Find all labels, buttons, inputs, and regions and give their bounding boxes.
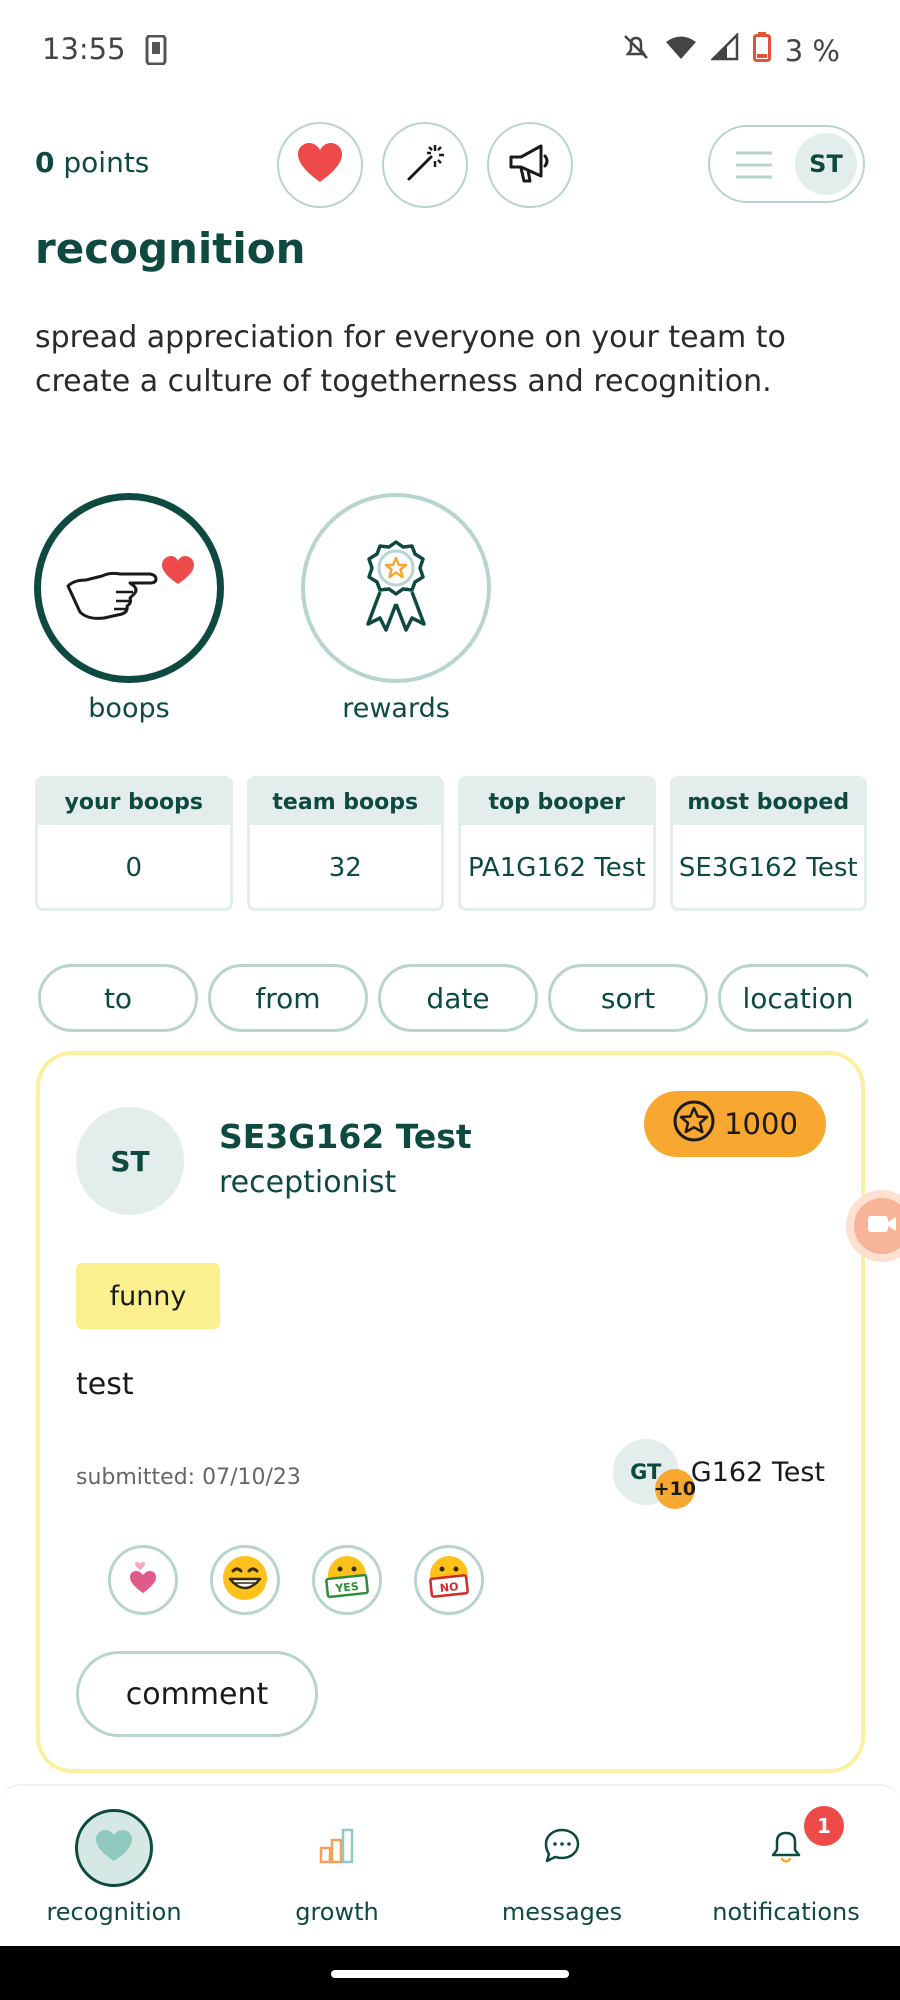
stat-header: your boops — [38, 779, 230, 825]
hamburger-menu-icon — [736, 151, 772, 183]
page-title: recognition — [35, 224, 306, 273]
category-boops-circle[interactable] — [34, 493, 224, 683]
comment-button[interactable]: comment — [76, 1651, 318, 1737]
stat-your-boops: your boops 0 — [35, 776, 233, 911]
category-rewards[interactable]: rewards — [301, 493, 491, 724]
filter-sort[interactable]: sort — [548, 964, 708, 1032]
category-boops-label: boops — [88, 693, 170, 724]
home-indicator[interactable] — [331, 1970, 569, 1978]
filter-location[interactable]: location — [718, 964, 868, 1032]
announcement-button[interactable] — [487, 122, 573, 208]
nav-growth[interactable]: growth — [237, 1808, 437, 1926]
star-coin-icon — [672, 1099, 716, 1150]
points-display: 0 points — [35, 146, 149, 179]
points-value: 0 — [35, 146, 55, 179]
points-label: points — [54, 146, 150, 179]
svg-text:YES: YES — [334, 1580, 360, 1595]
stat-top-booper: top booper PA1G162 Test — [458, 776, 656, 911]
notification-badge: 1 — [804, 1806, 844, 1846]
magic-wand-button[interactable] — [382, 122, 468, 208]
stat-header: most booped — [672, 779, 864, 825]
recognition-card[interactable]: ST SE3G162 Test receptionist 1000 funny … — [36, 1051, 865, 1773]
wifi-icon — [665, 34, 697, 68]
grin-emoji-icon — [220, 1553, 270, 1607]
nav-label: messages — [501, 1898, 623, 1926]
heart-icon — [128, 1561, 158, 1599]
reaction-no-button[interactable]: NO — [414, 1545, 484, 1615]
stat-value: 0 — [125, 853, 143, 883]
stat-value: 32 — [328, 853, 362, 883]
filter-to[interactable]: to — [38, 964, 198, 1032]
stat-header: top booper — [461, 779, 653, 825]
phone-icon — [145, 34, 167, 69]
battery-icon — [752, 32, 771, 69]
nav-label: recognition — [46, 1898, 182, 1926]
nav-recognition[interactable]: recognition — [14, 1808, 214, 1926]
reaction-grin-button[interactable] — [210, 1545, 280, 1615]
page-description: spread appreciation for everyone on your… — [35, 320, 786, 399]
reaction-row: YES NO — [108, 1545, 484, 1615]
bottom-navigation: recognition growth messages 1 notificati… — [0, 1784, 900, 1946]
giver-avatar[interactable]: GT +10 — [612, 1439, 696, 1509]
chat-bubble-icon — [543, 1827, 581, 1869]
points-badge: 1000 — [644, 1091, 826, 1157]
award-ribbon-icon — [356, 538, 436, 638]
battery-percent: 3 % — [784, 33, 840, 68]
reaction-heart-button[interactable] — [108, 1545, 178, 1615]
nav-messages[interactable]: messages — [462, 1808, 662, 1926]
video-camera-icon — [867, 1212, 897, 1240]
svg-text:NO: NO — [439, 1580, 459, 1595]
category-rewards-label: rewards — [342, 693, 450, 724]
giver-name: G162 Test — [690, 1456, 825, 1488]
status-time: 13:55 — [42, 32, 126, 66]
heart-icon — [95, 1829, 133, 1867]
submitted-date: submitted: 07/10/23 — [76, 1465, 301, 1490]
system-navigation-bar — [0, 1946, 900, 2000]
no-sign-emoji-icon: NO — [423, 1553, 475, 1607]
stat-most-booped: most booped SE3G162 Test — [669, 776, 867, 911]
stat-header: team boops — [249, 779, 441, 825]
status-bar: 13:55 3 % — [0, 0, 900, 100]
boop-heart-button[interactable] — [277, 122, 363, 208]
recognition-message: test — [76, 1367, 134, 1402]
avatar: ST — [795, 133, 857, 195]
bar-chart-icon — [319, 1828, 355, 1868]
mute-bell-icon — [621, 32, 651, 69]
status-icons: 3 % — [621, 31, 840, 69]
recipient-avatar[interactable]: ST — [76, 1107, 184, 1215]
signal-icon — [709, 31, 739, 68]
filter-bar[interactable]: to from date sort location — [38, 964, 868, 1034]
bell-icon — [769, 1827, 803, 1869]
nav-label: notifications — [712, 1898, 860, 1926]
stats-row: your boops 0 team boops 32 top booper PA… — [35, 776, 867, 911]
nav-notifications[interactable]: 1 notifications — [686, 1806, 886, 1926]
giver[interactable]: GT +10 G162 Test — [612, 1439, 825, 1509]
stat-value: PA1G162 Test — [467, 853, 646, 883]
category-rewards-circle[interactable] — [301, 493, 491, 683]
points-badge-value: 1000 — [724, 1107, 798, 1141]
category-boops[interactable]: boops — [34, 493, 224, 724]
stat-value: SE3G162 Test — [678, 853, 858, 883]
nav-active-indicator — [75, 1809, 153, 1887]
megaphone-icon — [507, 141, 553, 189]
filter-date[interactable]: date — [378, 964, 538, 1032]
bonus-points-badge: +10 — [654, 1469, 696, 1509]
pointing-hand-heart-icon — [64, 546, 194, 630]
reaction-yes-button[interactable]: YES — [312, 1545, 382, 1615]
value-tag: funny — [76, 1263, 220, 1329]
stat-team-boops: team boops 32 — [246, 776, 444, 911]
yes-sign-emoji-icon: YES — [321, 1553, 373, 1607]
recipient-name[interactable]: SE3G162 Test — [219, 1117, 472, 1156]
recipient-role: receptionist — [219, 1165, 397, 1200]
menu-profile-button[interactable]: ST — [708, 125, 865, 203]
heart-icon — [297, 142, 343, 188]
nav-label: growth — [295, 1898, 379, 1926]
magic-wand-icon — [403, 141, 447, 189]
filter-from[interactable]: from — [208, 964, 368, 1032]
